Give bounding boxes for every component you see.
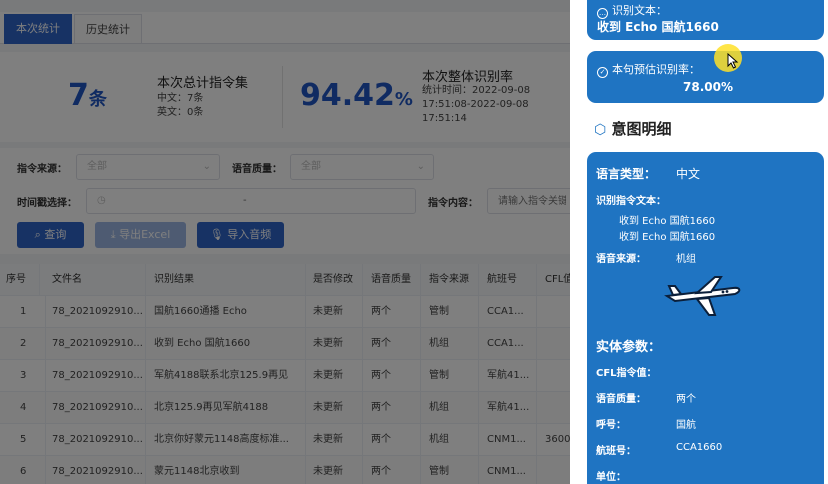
check-circle-icon: ✓ bbox=[597, 67, 608, 78]
intent-section-title: ⬡ 意图明细 bbox=[594, 118, 671, 139]
recognized-text-label-row: … 识别文本： bbox=[597, 2, 667, 19]
recognized-text-value: 收到 Echo 国航1660 bbox=[597, 20, 719, 34]
entity-params-label: 实体参数： bbox=[596, 340, 662, 355]
recognized-text-label: 识别文本： bbox=[612, 4, 667, 17]
callsign-label: 呼号： bbox=[596, 420, 626, 431]
voice-quality-label: 语音质量： bbox=[596, 394, 646, 405]
airplane-icon bbox=[664, 276, 741, 316]
lang-type-value: 中文 bbox=[676, 167, 701, 181]
voice-source-value: 机组 bbox=[676, 254, 696, 265]
recognized-command-line: 收到 Echo 国航1660 bbox=[619, 216, 716, 227]
main-area: 本次统计 历史统计 7条 本次总计指令集 中文：7条 英文：0条 94.42% … bbox=[0, 0, 570, 484]
recognized-text-card: … 识别文本： 收到 Echo 国航1660 bbox=[587, 0, 824, 40]
sentence-rate-card: ✓ 本句预估识别率： 78.00% bbox=[587, 51, 824, 103]
recognized-command-label: 识别指令文本： bbox=[596, 196, 666, 207]
flight-number-label: 航班号： bbox=[596, 446, 636, 457]
recognized-command-line: 收到 Echo 国航1660 bbox=[619, 232, 716, 243]
sentence-rate-label: 本句预估识别率： bbox=[612, 63, 700, 76]
detail-drawer: … 识别文本： 收到 Echo 国航1660 ✓ 本句预估识别率： 78.00% ⬡… bbox=[570, 0, 828, 484]
cube-icon: ⬡ bbox=[594, 122, 607, 138]
sentence-rate-label-row: ✓ 本句预估识别率： bbox=[597, 61, 700, 78]
intent-detail-card: 语言类型： 中文 识别指令文本： 收到 Echo 国航1660 收到 Echo … bbox=[587, 152, 824, 484]
lang-type-label: 语言类型： bbox=[596, 167, 657, 181]
intent-title-text: 意图明细 bbox=[611, 120, 672, 138]
cfl-label: CFL指令值： bbox=[596, 368, 657, 379]
modal-overlay[interactable] bbox=[0, 0, 570, 484]
voice-source-label: 语音来源： bbox=[596, 254, 646, 265]
mouse-cursor-icon bbox=[727, 53, 739, 69]
unit-label: 单位： bbox=[596, 472, 626, 483]
sentence-rate-value: 78.00% bbox=[683, 80, 733, 94]
voice-quality-value: 两个 bbox=[676, 394, 696, 405]
callsign-value: 国航 bbox=[676, 420, 696, 431]
flight-number-value: CCA1660 bbox=[676, 442, 723, 453]
